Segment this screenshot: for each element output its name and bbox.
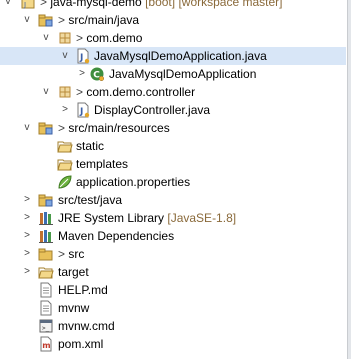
- chevron-right-icon[interactable]: >: [76, 65, 88, 83]
- tree-row-pom-xml[interactable]: m pom.xml: [0, 335, 346, 353]
- chevron-down-icon[interactable]: v: [59, 47, 71, 65]
- project-explorer-tree: v J > java-mysql-demo [boot] [workspace …: [0, 0, 348, 359]
- svg-text:J: J: [79, 107, 83, 117]
- tree-row-src-main-resources[interactable]: v > src/main/resources: [0, 119, 346, 137]
- vertical-scrollbar-edge: [347, 0, 351, 359]
- jre-library-label: JRE System Library [JavaSE-1.8]: [58, 211, 237, 225]
- templates-label: templates: [76, 157, 129, 171]
- package-controller-label: > com.demo.controller: [76, 85, 196, 99]
- tree-row-app-java-file[interactable]: v J JavaMysqlDemoApplication.java: [0, 47, 346, 65]
- library-icon: [38, 210, 54, 226]
- application-properties-label: application.properties: [76, 175, 191, 189]
- chevron-right-icon[interactable]: >: [21, 245, 33, 263]
- static-label: static: [76, 139, 105, 153]
- src-test-java-label: src/test/java: [58, 193, 123, 207]
- library-icon: [38, 228, 54, 244]
- tree-row-help-md[interactable]: HELP.md: [0, 281, 346, 299]
- mvnw-label: mvnw: [58, 301, 90, 315]
- target-label: target: [58, 265, 89, 279]
- folder-icon: [57, 156, 73, 172]
- app-class-label: JavaMysqlDemoApplication: [109, 67, 257, 81]
- tree-row-maven-dependencies[interactable]: > Maven Dependencies: [0, 227, 346, 245]
- project-icon: J: [20, 0, 36, 10]
- help-md-label: HELP.md: [58, 283, 108, 297]
- svg-text:>_: >_: [42, 325, 50, 332]
- tree-row-package-controller[interactable]: v > com.demo.controller: [0, 83, 346, 101]
- chevron-down-icon[interactable]: v: [2, 0, 14, 11]
- mvnw-cmd-label: mvnw.cmd: [58, 319, 115, 333]
- text-file-icon: [38, 282, 54, 298]
- text-file-icon: [38, 300, 54, 316]
- package-icon: [57, 84, 73, 100]
- source-folder-icon: [38, 192, 54, 208]
- project-label: > java-mysql-demo [boot] [workspace mast…: [40, 0, 283, 9]
- maven-pom-icon: m: [38, 336, 54, 352]
- folder-icon: [57, 138, 73, 154]
- source-folder-icon: [38, 120, 54, 136]
- chevron-right-icon[interactable]: >: [21, 263, 33, 281]
- tree-row-target[interactable]: > target: [0, 263, 346, 281]
- src-main-resources-label: > src/main/resources: [58, 121, 170, 135]
- app-java-file-label: JavaMysqlDemoApplication.java: [94, 49, 267, 63]
- chevron-right-icon[interactable]: >: [21, 191, 33, 209]
- src-label: > src: [58, 247, 85, 261]
- spring-leaf-icon: [57, 174, 73, 190]
- controller-file-label: DisplayController.java: [94, 103, 211, 117]
- class-icon: C: [89, 66, 105, 82]
- svg-text:J: J: [79, 53, 83, 63]
- tree-row-src-test-java[interactable]: > src/test/java: [0, 191, 346, 209]
- pom-xml-label: pom.xml: [58, 337, 104, 351]
- src-main-java-label: > src/main/java: [58, 13, 140, 27]
- tree-row-controller-file[interactable]: > J DisplayController.java: [0, 101, 346, 119]
- tree-row-project[interactable]: v J > java-mysql-demo [boot] [workspace …: [0, 0, 346, 11]
- source-folder-icon: [38, 12, 54, 28]
- folder-icon: [38, 264, 54, 280]
- tree-row-src[interactable]: > > src: [0, 245, 346, 263]
- chevron-right-icon[interactable]: >: [21, 227, 33, 245]
- folder-icon: [38, 246, 54, 262]
- tree-row-app-class[interactable]: > C JavaMysqlDemoApplication: [0, 65, 346, 83]
- tree-row-jre-library[interactable]: > JRE System Library [JavaSE-1.8]: [0, 209, 346, 227]
- svg-text:J: J: [23, 1, 26, 9]
- tree-row-package-com-demo[interactable]: v > com.demo: [0, 29, 346, 47]
- tree-row-static[interactable]: static: [0, 137, 346, 155]
- tree-row-application-properties[interactable]: application.properties: [0, 173, 346, 191]
- chevron-right-icon[interactable]: >: [21, 209, 33, 227]
- tree-row-mvnw-cmd[interactable]: >_ mvnw.cmd: [0, 317, 346, 335]
- maven-dependencies-label: Maven Dependencies: [58, 229, 175, 243]
- tree-row-mvnw[interactable]: mvnw: [0, 299, 346, 317]
- chevron-down-icon[interactable]: v: [40, 83, 52, 101]
- tree-row-templates[interactable]: templates: [0, 155, 346, 173]
- chevron-down-icon[interactable]: v: [21, 119, 33, 137]
- chevron-down-icon[interactable]: v: [21, 11, 33, 29]
- java-file-icon: J: [75, 102, 91, 118]
- svg-text:m: m: [42, 341, 50, 350]
- package-icon: [57, 30, 73, 46]
- tree-row-src-main-java[interactable]: v > src/main/java: [0, 11, 346, 29]
- chevron-down-icon[interactable]: v: [40, 29, 52, 47]
- chevron-right-icon[interactable]: >: [59, 101, 71, 119]
- package-com-demo-label: > com.demo: [76, 31, 143, 45]
- script-file-icon: >_: [38, 318, 54, 334]
- java-file-icon: J: [75, 48, 91, 64]
